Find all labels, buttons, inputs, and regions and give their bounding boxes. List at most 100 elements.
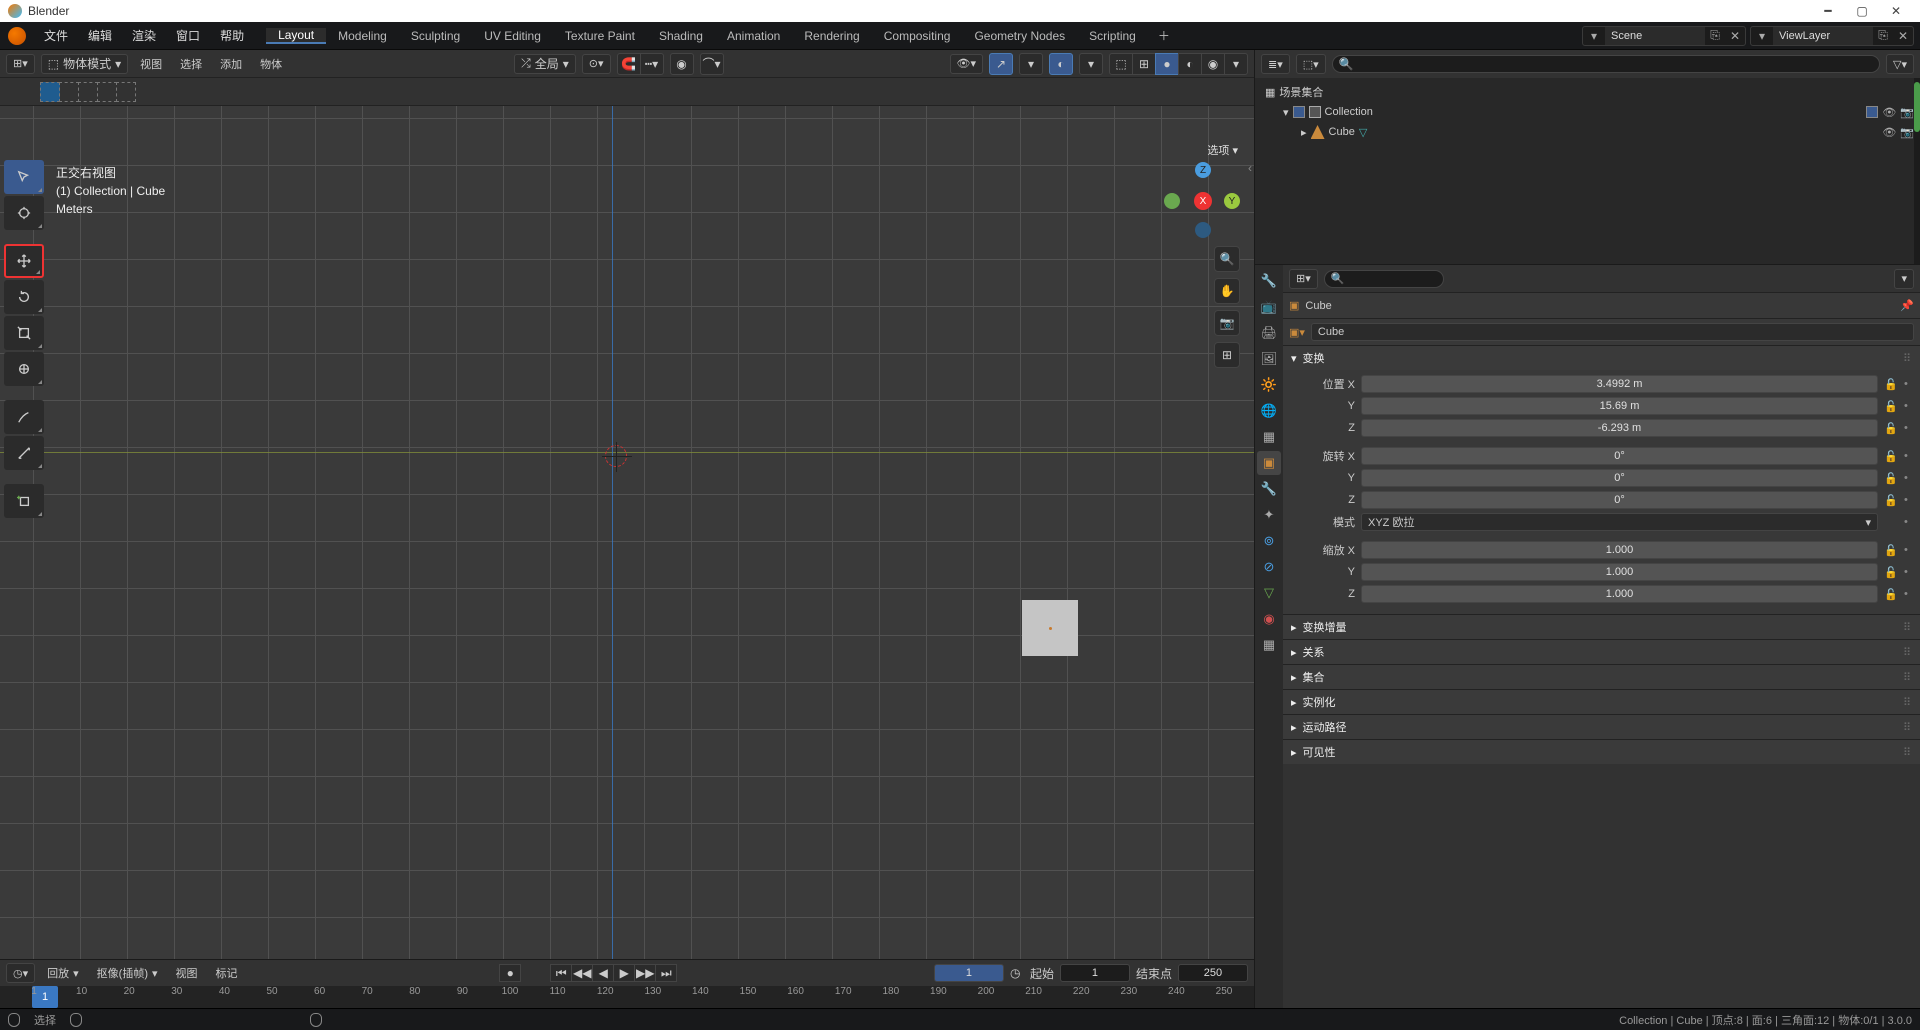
- viewport-options-dropdown[interactable]: 选项 ▾: [1201, 140, 1244, 160]
- outliner-cube[interactable]: ▸ Cube ▽ 👁 📷: [1261, 122, 1914, 142]
- gizmo-zneg-axis[interactable]: [1195, 222, 1211, 238]
- properties-editor-dropdown[interactable]: ⊞▾: [1289, 269, 1318, 289]
- 3d-viewport[interactable]: 正交右视图 (1) Collection | Cube Meters 选项 ▾ …: [0, 106, 1254, 959]
- scene-new-button[interactable]: ⎘: [1705, 26, 1725, 46]
- eye-icon[interactable]: 👁: [1882, 126, 1896, 139]
- scene-delete-button[interactable]: ✕: [1725, 26, 1745, 46]
- prop-tab-particles[interactable]: ✦: [1257, 503, 1281, 527]
- prop-tab-render[interactable]: 📺: [1257, 295, 1281, 319]
- render-icon[interactable]: 📷: [1900, 126, 1914, 139]
- workspace-tab-modeling[interactable]: Modeling: [326, 28, 399, 44]
- tool-cursor[interactable]: [4, 196, 44, 230]
- workspace-tab-sculpting[interactable]: Sculpting: [399, 28, 472, 44]
- timeline-editor-dropdown[interactable]: ◷▾: [6, 963, 35, 983]
- lock-icon[interactable]: 🔓: [1882, 491, 1900, 509]
- orientation-selector[interactable]: ⤮全局▾: [514, 54, 576, 74]
- scene-name-input[interactable]: [1605, 27, 1705, 45]
- tool-rotate[interactable]: [4, 280, 44, 314]
- tool-annotate[interactable]: [4, 400, 44, 434]
- workspace-add-button[interactable]: ＋: [1148, 27, 1180, 44]
- workspace-tab-rendering[interactable]: Rendering: [792, 28, 871, 44]
- workspace-tab-animation[interactable]: Animation: [715, 28, 792, 44]
- scene-selector[interactable]: ▾ ⎘ ✕: [1582, 26, 1746, 46]
- window-close-button[interactable]: ✕: [1888, 3, 1904, 19]
- keyframe-next-button[interactable]: ▶▶: [634, 964, 656, 982]
- location-y-input[interactable]: 15.69 m: [1361, 397, 1878, 415]
- scale-x-input[interactable]: 1.000: [1361, 541, 1878, 559]
- viewlayer-browse-icon[interactable]: ▾: [1751, 29, 1773, 43]
- timeline-playback-menu[interactable]: 回放 ▾: [41, 963, 85, 983]
- select-mode-5[interactable]: [116, 82, 136, 102]
- gizmo-xneg-axis[interactable]: [1164, 193, 1180, 209]
- tool-add-cube[interactable]: [4, 484, 44, 518]
- window-maximize-button[interactable]: ▢: [1854, 3, 1870, 19]
- tool-select-box[interactable]: [4, 160, 44, 194]
- current-frame-field[interactable]: 1: [934, 964, 1004, 982]
- viewlayer-new-button[interactable]: ⎘: [1873, 26, 1893, 46]
- shading-dropdown[interactable]: ▾: [1224, 53, 1248, 75]
- header-view-menu[interactable]: 视图: [134, 54, 168, 74]
- properties-options[interactable]: ▾: [1894, 269, 1914, 289]
- viewlayer-name-input[interactable]: [1773, 27, 1873, 45]
- prop-tab-modifiers[interactable]: 🔧: [1257, 477, 1281, 501]
- timeline-marker-menu[interactable]: 标记: [210, 963, 244, 983]
- tool-scale[interactable]: [4, 316, 44, 350]
- panel-delta-header[interactable]: ▸ 变换增量⠿: [1283, 615, 1920, 639]
- prop-tab-material[interactable]: ◉: [1257, 607, 1281, 631]
- viewport-perspective-button[interactable]: ⊞: [1214, 342, 1240, 368]
- timeline-view-menu[interactable]: 视图: [170, 963, 204, 983]
- lock-icon[interactable]: 🔓: [1882, 447, 1900, 465]
- outliner-scene-collection[interactable]: ▦ 场景集合: [1261, 82, 1914, 102]
- proportional-edit-toggle[interactable]: ◉: [670, 53, 694, 75]
- preview-range-toggle[interactable]: ◷: [1010, 966, 1024, 980]
- rotation-mode-dropdown[interactable]: XYZ 欧拉▾: [1361, 513, 1878, 531]
- prop-tab-world[interactable]: 🌐: [1257, 399, 1281, 423]
- panel-visibility-header[interactable]: ▸ 可见性⠿: [1283, 740, 1920, 764]
- mode-selector[interactable]: ⬚物体模式▾: [41, 54, 128, 74]
- select-mode-2[interactable]: [59, 82, 79, 102]
- tool-measure[interactable]: [4, 436, 44, 470]
- shading-solid[interactable]: ●: [1155, 53, 1179, 75]
- prop-tab-viewlayer[interactable]: 🖼: [1257, 347, 1281, 371]
- prop-tab-output[interactable]: 🖨: [1257, 321, 1281, 345]
- show-gizmo-toggle[interactable]: ↗: [989, 53, 1013, 75]
- lock-icon[interactable]: 🔓: [1882, 469, 1900, 487]
- properties-search[interactable]: 🔍: [1324, 270, 1444, 288]
- prop-tab-tool[interactable]: 🔧: [1257, 269, 1281, 293]
- workspace-tab-layout[interactable]: Layout: [266, 28, 326, 44]
- pivot-dropdown[interactable]: ⊙▾: [582, 54, 611, 74]
- lock-icon[interactable]: 🔓: [1882, 563, 1900, 581]
- show-overlays-toggle[interactable]: ◐: [1049, 53, 1073, 75]
- xray-toggle[interactable]: ⬚: [1109, 53, 1133, 75]
- collection-exclude-checkbox[interactable]: [1866, 106, 1878, 118]
- navigation-gizmo[interactable]: Z X Y: [1164, 162, 1240, 238]
- outliner-collection[interactable]: ▾ Collection 👁 📷: [1261, 102, 1914, 122]
- header-add-menu[interactable]: 添加: [214, 54, 248, 74]
- rotation-y-input[interactable]: 0°: [1361, 469, 1878, 487]
- outliner-search[interactable]: 🔍: [1332, 55, 1880, 73]
- window-minimize-button[interactable]: ━: [1820, 3, 1836, 19]
- autokey-toggle[interactable]: ●: [499, 964, 521, 982]
- gizmo-y-axis[interactable]: Y: [1224, 193, 1240, 209]
- menu-window[interactable]: 窗口: [166, 22, 210, 49]
- cube-object[interactable]: [1022, 600, 1078, 656]
- prop-tab-data[interactable]: ▽: [1257, 581, 1281, 605]
- panel-transform-header[interactable]: ▾ 变换⠿: [1283, 346, 1920, 370]
- keyframe-prev-button[interactable]: ◀◀: [571, 964, 593, 982]
- tool-transform[interactable]: [4, 352, 44, 386]
- viewlayer-selector[interactable]: ▾ ⎘ ✕: [1750, 26, 1914, 46]
- eye-icon[interactable]: 👁: [1882, 106, 1896, 119]
- snap-toggle[interactable]: 🧲: [617, 53, 641, 75]
- outliner-display-dropdown[interactable]: ⬚▾: [1296, 54, 1326, 74]
- prop-tab-physics[interactable]: ⊚: [1257, 529, 1281, 553]
- gizmo-z-axis[interactable]: Z: [1195, 162, 1211, 178]
- panel-instancing-header[interactable]: ▸ 实例化⠿: [1283, 690, 1920, 714]
- disclosure-icon[interactable]: ▾: [1283, 106, 1289, 119]
- object-name-input[interactable]: Cube: [1311, 323, 1914, 341]
- visibility-dropdown[interactable]: 👁▾: [950, 54, 984, 74]
- rotation-z-input[interactable]: 0°: [1361, 491, 1878, 509]
- panel-motionpaths-header[interactable]: ▸ 运动路径⠿: [1283, 715, 1920, 739]
- lock-icon[interactable]: 🔓: [1882, 585, 1900, 603]
- select-mode-4[interactable]: [97, 82, 117, 102]
- prop-tab-constraints[interactable]: ⊘: [1257, 555, 1281, 579]
